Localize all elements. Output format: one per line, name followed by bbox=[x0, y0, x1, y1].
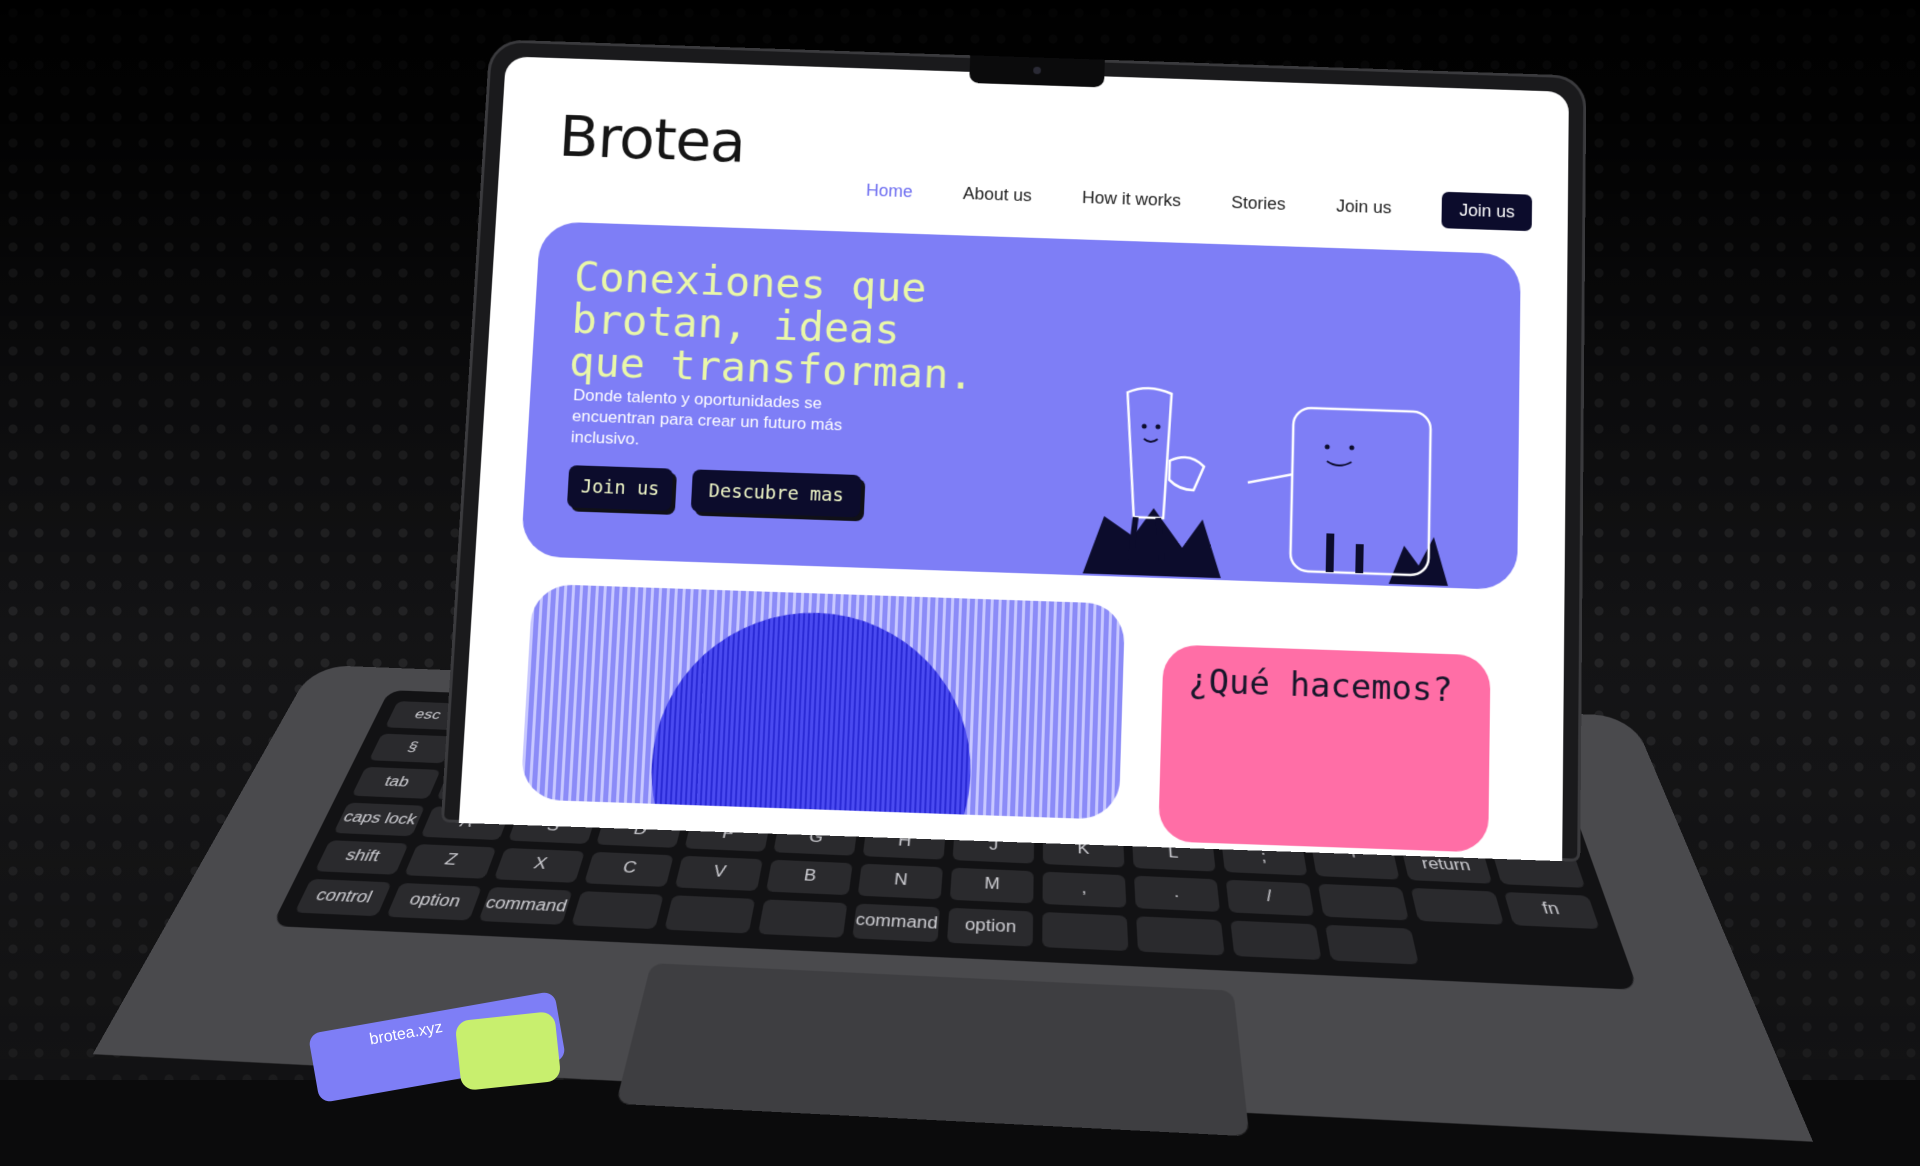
keyboard-key[interactable] bbox=[1230, 920, 1322, 961]
hero-subtitle: Donde talento y oportunidades se encuent… bbox=[570, 385, 843, 449]
trackpad[interactable] bbox=[615, 963, 1250, 1137]
keyboard-key[interactable]: N bbox=[857, 863, 943, 900]
feature-card-blue bbox=[520, 583, 1126, 820]
keyboard-key[interactable]: option bbox=[386, 883, 482, 921]
keyboard-key[interactable]: command bbox=[478, 887, 573, 925]
laptop-lid: Brotea Home About us How it works Storie… bbox=[440, 39, 1587, 862]
keyboard-key[interactable] bbox=[1136, 916, 1225, 956]
keyboard-key[interactable]: control bbox=[294, 879, 392, 917]
keyboard-key[interactable]: shift bbox=[314, 839, 409, 876]
keyboard-key[interactable]: C bbox=[583, 851, 674, 888]
burst-graphic bbox=[643, 607, 977, 820]
keyboard-key[interactable]: command bbox=[852, 903, 940, 943]
hero-discover-button[interactable]: Descubre mas bbox=[690, 469, 862, 518]
nav-home[interactable]: Home bbox=[866, 181, 913, 202]
camera-notch bbox=[969, 55, 1105, 88]
keyboard-key[interactable]: option bbox=[946, 908, 1034, 947]
keyboard-key[interactable]: V bbox=[674, 855, 764, 892]
what-we-do-card: ¿Qué hacemos? bbox=[1158, 644, 1491, 853]
character-sticker-icon bbox=[454, 1010, 562, 1092]
keyboard-key[interactable]: M bbox=[949, 867, 1034, 904]
nav-how-it-works[interactable]: How it works bbox=[1082, 188, 1181, 211]
characters-illustration-icon bbox=[1082, 371, 1449, 587]
screen: Brotea Home About us How it works Storie… bbox=[458, 56, 1569, 862]
keyboard-key[interactable] bbox=[664, 895, 756, 934]
main-nav: Home About us How it works Stories Join … bbox=[865, 172, 1533, 232]
keyboard-key[interactable]: fn bbox=[1503, 891, 1600, 930]
keyboard-key[interactable] bbox=[1325, 925, 1419, 965]
keyboard-key[interactable]: Z bbox=[403, 843, 497, 880]
nav-stories[interactable]: Stories bbox=[1231, 193, 1286, 214]
keyboard-key[interactable]: . bbox=[1133, 875, 1221, 913]
keyboard-key[interactable]: § bbox=[368, 733, 456, 764]
keyboard-key[interactable] bbox=[1042, 912, 1129, 952]
keyboard-key[interactable]: , bbox=[1042, 871, 1127, 909]
keyboard-key[interactable] bbox=[1317, 883, 1409, 921]
keyboard-key[interactable] bbox=[757, 899, 848, 938]
keyboard-key[interactable] bbox=[571, 891, 664, 930]
nav-join[interactable]: Join us bbox=[1336, 197, 1392, 218]
keyboard-key[interactable]: X bbox=[493, 847, 585, 884]
nav-join-button[interactable]: Join us bbox=[1441, 191, 1533, 232]
keyboard-key[interactable] bbox=[1410, 887, 1505, 926]
nav-about[interactable]: About us bbox=[963, 184, 1033, 206]
keyboard-key[interactable]: / bbox=[1225, 879, 1315, 917]
keyboard-key[interactable]: caps lock bbox=[333, 802, 426, 836]
keyboard-key[interactable]: B bbox=[765, 859, 853, 896]
hero-join-button[interactable]: Join us bbox=[566, 465, 674, 511]
site-logo[interactable]: Brotea bbox=[557, 104, 746, 175]
what-we-do-title: ¿Qué hacemos? bbox=[1187, 661, 1453, 711]
hero-title: Conexiones que brotan, ideas que transfo… bbox=[567, 253, 975, 400]
keyboard-key[interactable]: tab bbox=[351, 767, 441, 799]
hero-section: Conexiones que brotan, ideas que transfo… bbox=[520, 221, 1521, 591]
sticker-text: brotea.xyz bbox=[368, 1018, 444, 1049]
